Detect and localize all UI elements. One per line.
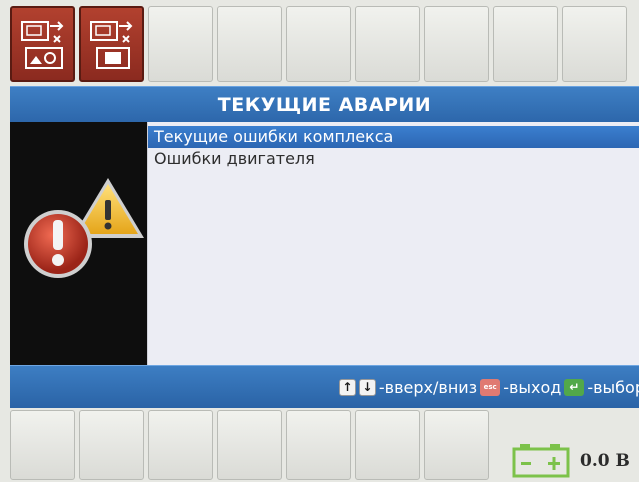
softkey-diagnostics-device[interactable] [79, 6, 144, 82]
key-hint-bar: ↑ ↓ -вверх/вниз esc -выход ↵ -выбор [10, 365, 639, 408]
bottom-softkey-6[interactable] [355, 410, 420, 480]
alarm-icon-panel [10, 122, 147, 365]
esc-key-icon: esc [480, 378, 501, 396]
softkey-9[interactable] [562, 6, 627, 82]
bottom-softkey-1[interactable] [10, 410, 75, 480]
hint-select: -выбор [587, 377, 639, 397]
bottom-softkey-4[interactable] [217, 410, 282, 480]
hint-navigation: -вверх/вниз [378, 377, 478, 397]
top-softkey-bar [10, 6, 639, 84]
softkey-6[interactable] [355, 6, 420, 82]
diagnostics-camera-icon [21, 21, 64, 69]
arrow-up-key-icon: ↑ [338, 378, 356, 396]
alarm-list: Текущие ошибки комплекса Ошибки двигател… [147, 122, 639, 365]
page-title: ТЕКУЩИЕ АВАРИИ [217, 93, 432, 116]
softkey-7[interactable] [424, 6, 489, 82]
arrow-down-key-icon: ↓ [358, 378, 376, 396]
softkey-8[interactable] [493, 6, 558, 82]
bottom-softkey-3[interactable] [148, 410, 213, 480]
hint-exit: -выход [503, 377, 562, 397]
list-item-engine-errors[interactable]: Ошибки двигателя [148, 148, 639, 170]
page-title-bar: ТЕКУЩИЕ АВАРИИ [10, 86, 639, 123]
alarm-warning-icon [24, 178, 144, 278]
softkey-3[interactable] [148, 6, 213, 82]
list-item-complex-errors[interactable]: Текущие ошибки комплекса [148, 126, 639, 148]
softkey-5[interactable] [286, 6, 351, 82]
softkey-4[interactable] [217, 6, 282, 82]
terminal-screen: ТЕКУЩИЕ АВАРИИ Текущие ошибки комплекса … [0, 0, 639, 482]
bottom-softkey-5[interactable] [286, 410, 351, 480]
softkey-diagnostics-camera[interactable] [10, 6, 75, 82]
battery-icon [512, 444, 570, 478]
bottom-softkey-2[interactable] [79, 410, 144, 480]
battery-status: 0.0 В [512, 440, 639, 482]
enter-key-icon: ↵ [564, 378, 585, 396]
diagnostics-device-icon [90, 21, 133, 69]
battery-voltage: 0.0 В [580, 451, 630, 471]
bottom-softkey-7[interactable] [424, 410, 489, 480]
